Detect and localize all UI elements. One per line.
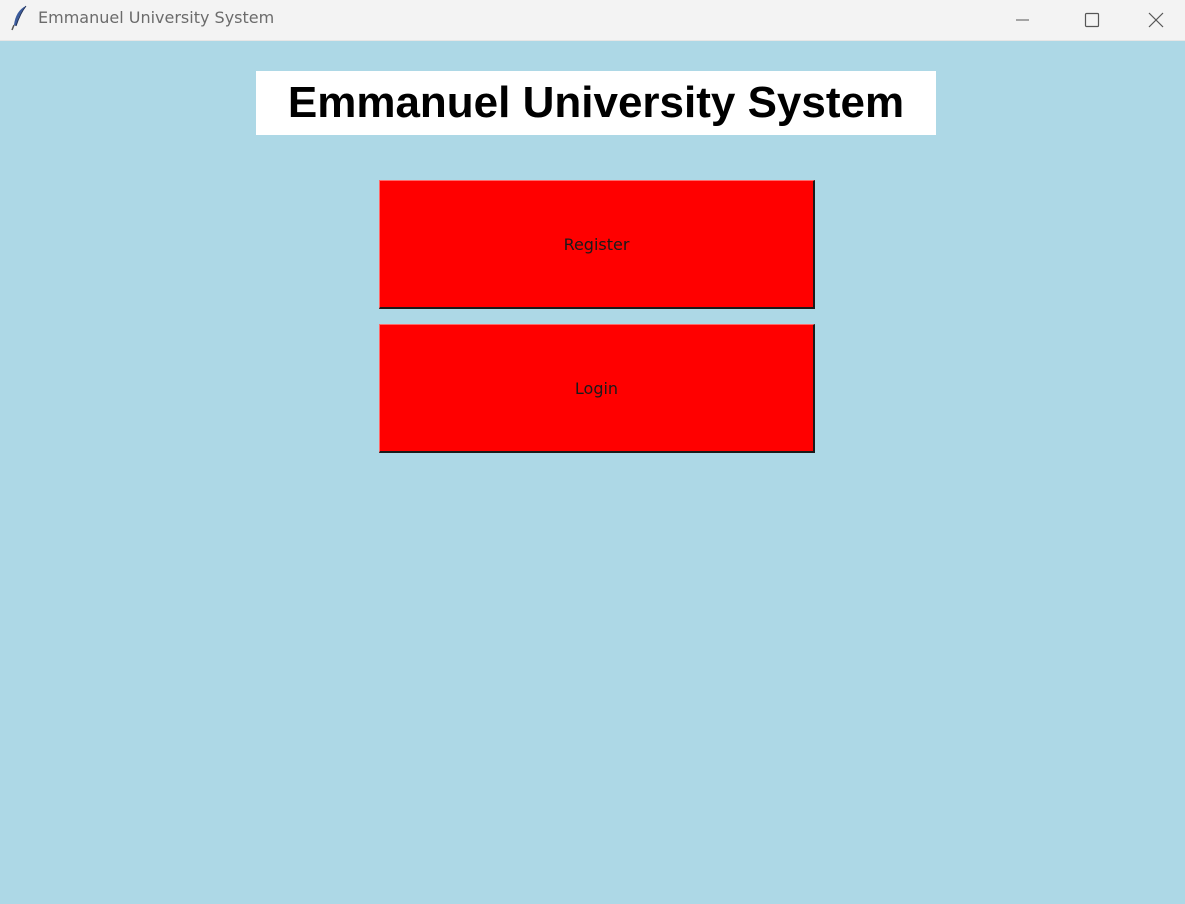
feather-icon bbox=[10, 5, 30, 31]
register-button[interactable]: Register bbox=[379, 180, 815, 309]
maximize-button[interactable] bbox=[1057, 0, 1127, 40]
close-icon bbox=[1147, 11, 1165, 29]
page-title: Emmanuel University System bbox=[256, 71, 936, 135]
login-button[interactable]: Login bbox=[379, 324, 815, 453]
minimize-button[interactable] bbox=[987, 0, 1057, 40]
title-bar[interactable]: Emmanuel University System bbox=[0, 0, 1185, 41]
register-button-label: Register bbox=[563, 234, 630, 254]
minimize-icon bbox=[1014, 12, 1030, 28]
maximize-icon bbox=[1084, 12, 1100, 28]
app-window: Emmanuel University System Emmanuel Univ… bbox=[0, 0, 1185, 904]
login-button-label: Login bbox=[574, 378, 619, 398]
window-title: Emmanuel University System bbox=[38, 8, 275, 27]
close-button[interactable] bbox=[1127, 0, 1185, 40]
